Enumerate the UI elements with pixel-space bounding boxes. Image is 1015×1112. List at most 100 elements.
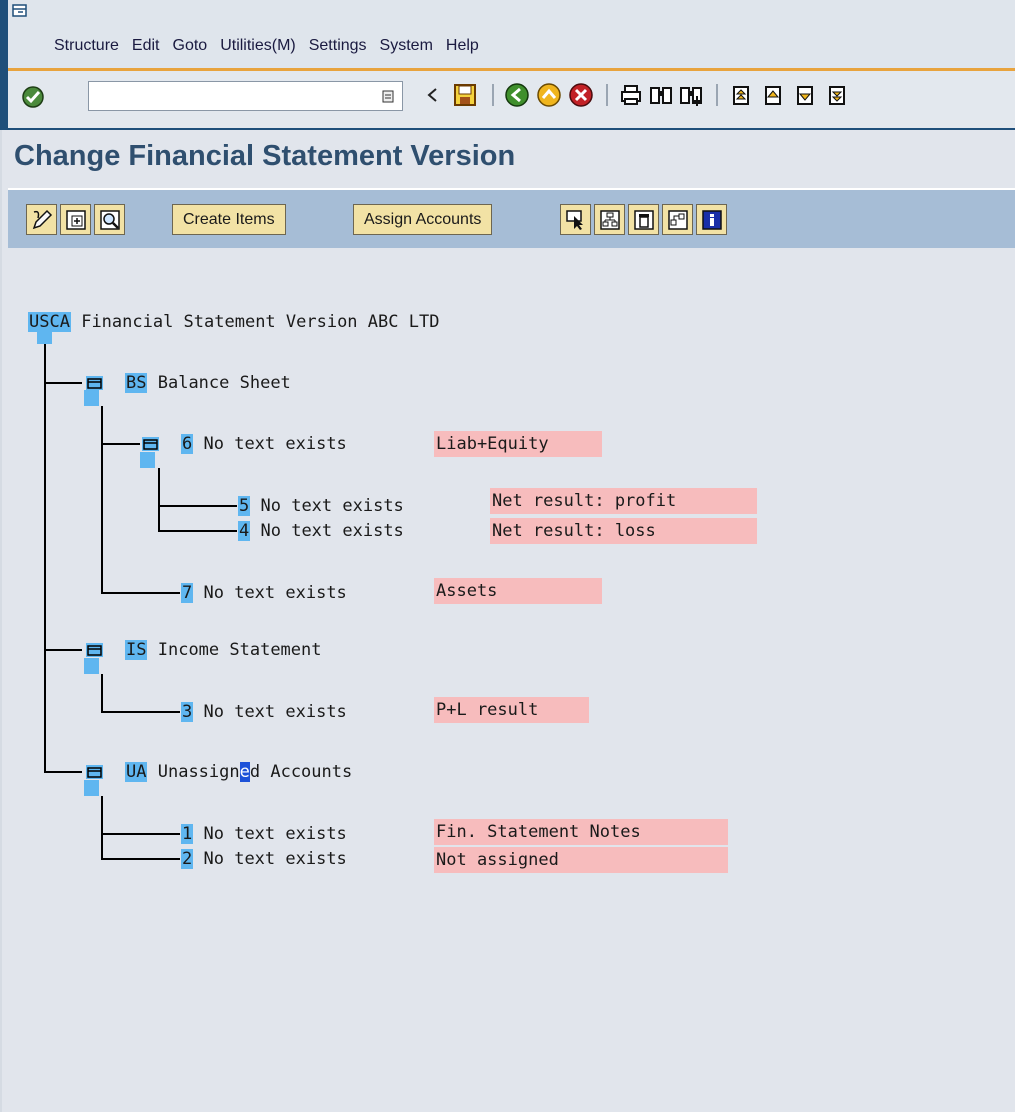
tree-node-4[interactable]: 4 No text exists xyxy=(238,520,404,542)
node-key[interactable]: 4 xyxy=(238,521,251,541)
folder-open-icon[interactable] xyxy=(86,765,103,779)
exit-icon[interactable] xyxy=(536,82,562,108)
menu-edit[interactable]: Edit xyxy=(132,37,160,55)
menu-system[interactable]: System xyxy=(380,37,433,55)
node-key[interactable]: 3 xyxy=(181,702,194,722)
tree-line xyxy=(158,468,160,531)
toolbar-separator xyxy=(606,84,608,106)
tree-node-ua[interactable]: UA Unassigned Accounts xyxy=(125,761,352,783)
zoom-button[interactable] xyxy=(94,204,125,235)
window-frame xyxy=(0,0,8,130)
next-page-icon[interactable] xyxy=(792,82,818,108)
tree-node-3[interactable]: 3 No text exists xyxy=(181,701,347,723)
select-icon xyxy=(566,210,583,230)
tree-line xyxy=(101,858,180,860)
delete-icon xyxy=(634,210,654,230)
tree-line xyxy=(44,771,82,773)
node-key[interactable]: UA xyxy=(125,762,148,782)
select-button[interactable] xyxy=(560,204,591,235)
tree-node-bs[interactable]: BS Balance Sheet xyxy=(125,372,291,394)
zoom-icon xyxy=(100,210,120,230)
menu-help[interactable]: Help xyxy=(446,37,479,55)
tree-line xyxy=(101,443,140,445)
node-label: P+L result xyxy=(434,697,589,723)
tree-node-1[interactable]: 1 No text exists xyxy=(181,823,347,845)
tree-node-is[interactable]: IS Income Statement xyxy=(125,639,322,661)
menu-items: Structure Edit Goto Utilities(M) Setting… xyxy=(54,37,492,55)
move-button[interactable] xyxy=(662,204,693,235)
node-text: Financial Statement Version ABC LTD xyxy=(81,312,440,332)
first-page-icon[interactable] xyxy=(728,82,754,108)
tree-connector xyxy=(84,390,99,406)
node-text: Unassign xyxy=(157,762,240,782)
text-cursor: e xyxy=(239,762,250,782)
tree-connector xyxy=(84,658,99,674)
menu-goto[interactable]: Goto xyxy=(173,37,208,55)
node-text: No text exists xyxy=(203,583,347,603)
system-menu-icon[interactable] xyxy=(12,4,28,18)
financial-statement-tree: USCA Financial Statement Version ABC LTD… xyxy=(0,248,1015,1112)
create-items-button[interactable]: Create Items xyxy=(172,204,286,235)
menu-structure[interactable]: Structure xyxy=(54,37,119,55)
menu-utilities[interactable]: Utilities(M) xyxy=(220,37,296,55)
assign-accounts-button[interactable]: Assign Accounts xyxy=(353,204,493,235)
folder-open-icon[interactable] xyxy=(86,376,103,390)
back-icon[interactable] xyxy=(504,82,530,108)
last-page-icon[interactable] xyxy=(824,82,850,108)
print-icon[interactable] xyxy=(618,82,644,108)
node-key[interactable]: 2 xyxy=(181,849,194,869)
tree-line xyxy=(44,649,82,651)
node-text: Balance Sheet xyxy=(157,373,291,393)
expand-icon xyxy=(66,210,86,230)
node-key[interactable]: 5 xyxy=(238,496,251,516)
menu-settings[interactable]: Settings xyxy=(309,37,367,55)
info-button[interactable] xyxy=(696,204,727,235)
tree-line xyxy=(101,592,180,594)
node-key[interactable]: IS xyxy=(125,640,148,660)
node-key[interactable]: 1 xyxy=(181,824,194,844)
enter-icon[interactable] xyxy=(21,85,45,109)
node-text: Income Statement xyxy=(157,640,322,660)
cancel-icon[interactable] xyxy=(568,82,594,108)
node-text: No text exists xyxy=(203,849,347,869)
previous-page-icon[interactable] xyxy=(760,82,786,108)
command-field[interactable] xyxy=(88,81,403,111)
tree-line xyxy=(101,833,180,835)
node-label: Not assigned xyxy=(434,847,728,873)
node-label: Assets xyxy=(434,578,602,604)
menu-bar: Structure Edit Goto Utilities(M) Setting… xyxy=(8,0,1015,70)
save-icon[interactable] xyxy=(452,82,478,108)
tree-node-6[interactable]: 6 No text exists xyxy=(181,433,347,455)
node-key[interactable]: USCA xyxy=(28,312,71,332)
back-arrow-icon[interactable] xyxy=(420,82,446,108)
node-text: No text exists xyxy=(203,824,347,844)
node-key[interactable]: 6 xyxy=(181,434,194,454)
tree-node-root[interactable]: USCA Financial Statement Version ABC LTD xyxy=(28,311,439,333)
page-title: Change Financial Statement Version xyxy=(14,140,516,172)
edit-button[interactable] xyxy=(26,204,57,235)
node-key[interactable]: 7 xyxy=(181,583,194,603)
expand-button[interactable] xyxy=(60,204,91,235)
tree-line xyxy=(101,674,103,712)
tree-connector xyxy=(140,452,155,468)
info-icon xyxy=(702,210,722,230)
tree-line xyxy=(101,711,180,713)
node-text: No text exists xyxy=(203,702,347,722)
toolbar-separator xyxy=(716,84,718,106)
find-next-icon[interactable] xyxy=(678,82,704,108)
node-label: Net result: profit xyxy=(490,488,757,514)
tree-node-7[interactable]: 7 No text exists xyxy=(181,582,347,604)
delete-button[interactable] xyxy=(628,204,659,235)
find-icon[interactable] xyxy=(648,82,674,108)
tree-line xyxy=(101,796,103,859)
tree-node-5[interactable]: 5 No text exists xyxy=(238,495,404,517)
folder-open-icon[interactable] xyxy=(86,643,103,657)
node-label: Fin. Statement Notes xyxy=(434,819,728,845)
folder-open-icon[interactable] xyxy=(142,437,159,451)
tree-line xyxy=(158,505,237,507)
node-key[interactable]: BS xyxy=(125,373,148,393)
command-dropdown-icon[interactable] xyxy=(382,89,394,103)
node-text: No text exists xyxy=(203,434,347,454)
structure-button[interactable] xyxy=(594,204,625,235)
tree-node-2[interactable]: 2 No text exists xyxy=(181,848,347,870)
